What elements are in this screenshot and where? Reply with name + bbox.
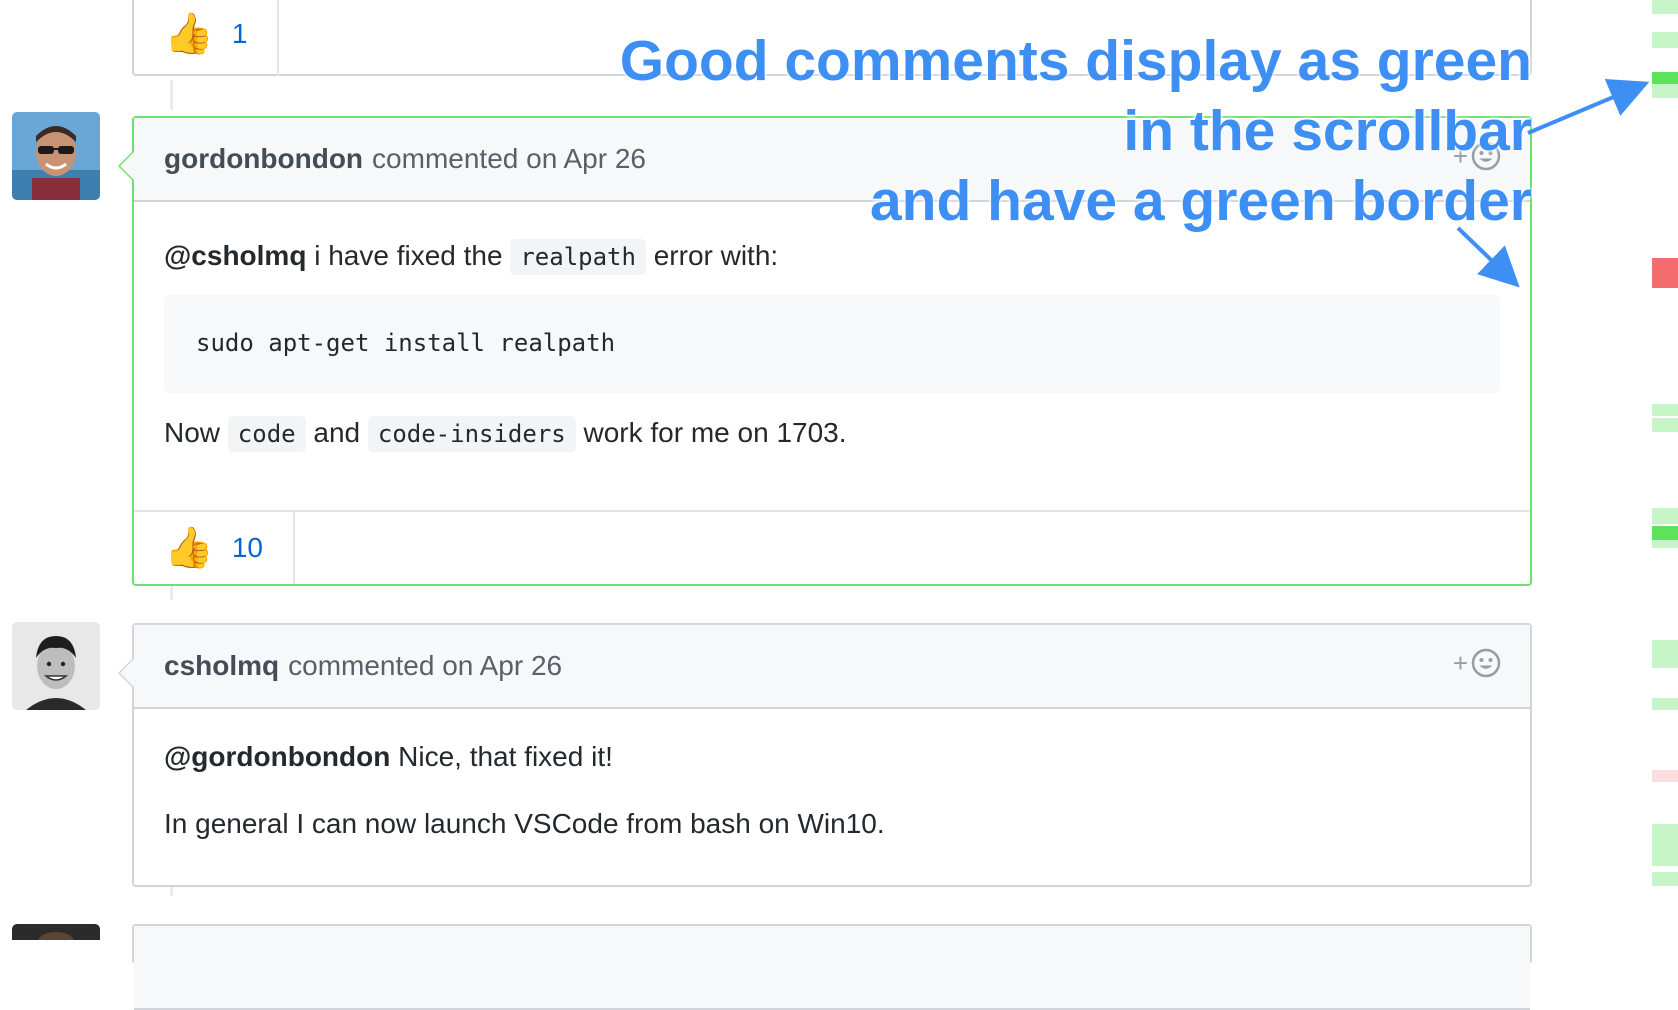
comment-text: Now xyxy=(164,416,221,448)
reaction-count: 1 xyxy=(231,18,248,49)
scroll-marker-good[interactable] xyxy=(1652,0,1678,14)
comment-caret xyxy=(118,150,134,182)
scroll-marker-good[interactable] xyxy=(1652,508,1678,524)
scroll-marker-good[interactable] xyxy=(1652,824,1678,866)
thumbs-up-reaction-button[interactable]: 👍 1 xyxy=(134,0,280,76)
user-mention-link[interactable]: @gordonbondon xyxy=(164,741,390,772)
thumbs-up-icon: 👍 xyxy=(164,526,214,570)
comment-header xyxy=(134,926,1530,1010)
annotation-line: and have a green border xyxy=(869,169,1532,233)
inline-code: code-insiders xyxy=(367,415,576,452)
scroll-marker-best[interactable] xyxy=(1652,526,1678,540)
comment-text: and xyxy=(313,416,361,448)
avatar-gordonbondon[interactable] xyxy=(12,112,100,200)
scroll-marker-bad-light[interactable] xyxy=(1652,770,1678,782)
scroll-marker-good[interactable] xyxy=(1652,418,1678,432)
comment-timestamp[interactable]: commented on Apr 26 xyxy=(372,143,646,175)
comment-text: i have fixed the xyxy=(314,240,503,271)
inline-code: realpath xyxy=(510,239,646,275)
scroll-marker-good[interactable] xyxy=(1652,698,1678,710)
scroll-marker-good[interactable] xyxy=(1652,540,1678,548)
comment-body: @csholmq i have fixed the realpath error… xyxy=(134,202,1530,488)
scroll-marker-good[interactable] xyxy=(1652,404,1678,416)
timeline-connector xyxy=(170,80,173,110)
comment-paragraph: Now code and code-insiders work for me o… xyxy=(164,413,1500,452)
comment-author-link[interactable]: gordonbondon xyxy=(164,143,363,175)
scroll-marker-best[interactable] xyxy=(1652,72,1678,84)
scroll-marker-good[interactable] xyxy=(1652,32,1678,48)
scrollbar-track[interactable] xyxy=(1652,0,1678,940)
code-block: sudo apt-get install realpath xyxy=(164,295,1500,393)
comment-paragraph: @gordonbondon Nice, that fixed it! xyxy=(164,737,1500,776)
annotation-line: Good comments display as green xyxy=(619,29,1532,93)
comment-timestamp[interactable]: commented on Apr 26 xyxy=(288,650,562,682)
scroll-marker-good[interactable] xyxy=(1652,640,1678,668)
comment-text: error with: xyxy=(653,240,779,271)
reaction-count: 10 xyxy=(231,532,263,563)
comment-body: @gordonbondon Nice, that fixed it! In ge… xyxy=(134,709,1530,879)
annotation-text: Good comments display as green in the sc… xyxy=(620,28,1532,235)
comment-author-link[interactable]: csholmq xyxy=(164,650,279,682)
next-comment xyxy=(132,924,1532,1010)
smiley-icon xyxy=(1471,648,1501,678)
scroll-marker-good[interactable] xyxy=(1652,872,1678,886)
avatar-next-commenter[interactable] xyxy=(12,924,100,940)
comment-csholmq: csholmq commented on Apr 26 + @gordonbon… xyxy=(118,623,1532,887)
scroll-marker-good[interactable] xyxy=(1652,84,1678,98)
reactions-bar: 👍 10 xyxy=(134,510,1530,584)
comment-text: work for me on 1703. xyxy=(583,416,847,448)
avatar-csholmq[interactable] xyxy=(12,622,100,710)
annotation-line: in the scrollbar xyxy=(1123,99,1532,163)
comment-header: csholmq commented on Apr 26 + xyxy=(118,625,1530,709)
comment-paragraph: @csholmq i have fixed the realpath error… xyxy=(164,236,1500,275)
user-mention-link[interactable]: @csholmq xyxy=(164,240,306,271)
inline-code: code xyxy=(227,415,306,452)
comment-caret xyxy=(118,657,134,689)
comment-paragraph: In general I can now launch VSCode from … xyxy=(164,808,885,840)
plus-icon: + xyxy=(1452,647,1468,678)
comment-text: Nice, that fixed it! xyxy=(398,741,613,772)
arrow-to-scrollbar xyxy=(1527,78,1650,135)
thumbs-up-reaction-button[interactable]: 👍 10 xyxy=(134,512,295,584)
scroll-marker-bad[interactable] xyxy=(1652,258,1678,288)
thumbs-up-icon: 👍 xyxy=(164,12,214,56)
add-reaction-button[interactable]: + xyxy=(1453,647,1502,679)
